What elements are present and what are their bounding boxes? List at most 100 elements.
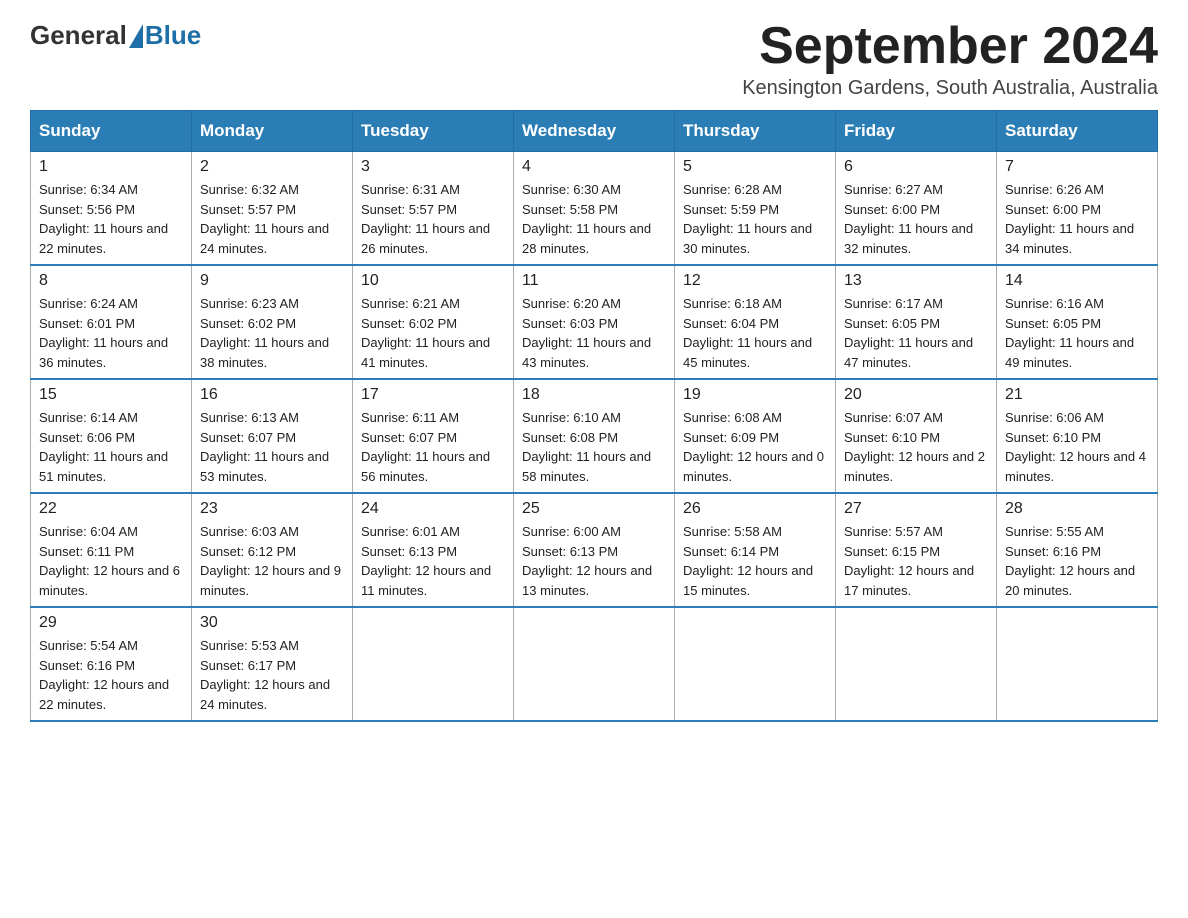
header-cell-thursday: Thursday (675, 111, 836, 152)
day-number: 1 (39, 158, 183, 176)
day-number: 29 (39, 614, 183, 632)
header-cell-monday: Monday (192, 111, 353, 152)
location: Kensington Gardens, South Australia, Aus… (742, 77, 1158, 100)
day-number: 4 (522, 158, 666, 176)
day-number: 16 (200, 386, 344, 404)
day-cell (514, 607, 675, 721)
day-cell: 30Sunrise: 5:53 AMSunset: 6:17 PMDayligh… (192, 607, 353, 721)
day-info: Sunrise: 5:58 AMSunset: 6:14 PMDaylight:… (683, 522, 827, 600)
day-cell: 14 Sunrise: 6:16 AMSunset: 6:05 PMDayligh… (997, 265, 1158, 379)
calendar-header: SundayMondayTuesdayWednesdayThursdayFrid… (31, 111, 1158, 152)
day-cell: 17 Sunrise: 6:11 AMSunset: 6:07 PMDayligh… (353, 379, 514, 493)
day-cell: 2 Sunrise: 6:32 AMSunset: 5:57 PMDaylight… (192, 152, 353, 266)
day-number: 5 (683, 158, 827, 176)
day-cell: 6 Sunrise: 6:27 AMSunset: 6:00 PMDaylight… (836, 152, 997, 266)
day-cell: 21Sunrise: 6:06 AMSunset: 6:10 PMDayligh… (997, 379, 1158, 493)
day-cell: 28 Sunrise: 5:55 AMSunset: 6:16 PMDayligh… (997, 493, 1158, 607)
day-number: 30 (200, 614, 344, 632)
day-number: 18 (522, 386, 666, 404)
day-cell: 1 Sunrise: 6:34 AMSunset: 5:56 PMDaylight… (31, 152, 192, 266)
day-number: 24 (361, 500, 505, 518)
day-info: Sunrise: 6:32 AMSunset: 5:57 PMDaylight:… (200, 180, 344, 258)
logo-triangle-icon (129, 24, 143, 48)
header-cell-tuesday: Tuesday (353, 111, 514, 152)
day-number: 27 (844, 500, 988, 518)
logo-text: General Blue (30, 20, 201, 51)
day-number: 26 (683, 500, 827, 518)
day-number: 28 (1005, 500, 1149, 518)
day-info: Sunrise: 6:00 AMSunset: 6:13 PMDaylight:… (522, 522, 666, 600)
day-info: Sunrise: 6:17 AMSunset: 6:05 PMDaylight:… (844, 294, 988, 372)
day-info: Sunrise: 6:13 AMSunset: 6:07 PMDaylight:… (200, 408, 344, 486)
day-info: Sunrise: 6:30 AMSunset: 5:58 PMDaylight:… (522, 180, 666, 258)
day-cell: 10Sunrise: 6:21 AMSunset: 6:02 PMDayligh… (353, 265, 514, 379)
day-info: Sunrise: 5:54 AMSunset: 6:16 PMDaylight:… (39, 636, 183, 714)
day-number: 20 (844, 386, 988, 404)
day-number: 11 (522, 272, 666, 290)
day-number: 9 (200, 272, 344, 290)
day-cell: 20 Sunrise: 6:07 AMSunset: 6:10 PMDayligh… (836, 379, 997, 493)
day-number: 13 (844, 272, 988, 290)
logo-blue: Blue (145, 20, 201, 51)
day-info: Sunrise: 6:04 AMSunset: 6:11 PMDaylight:… (39, 522, 183, 600)
day-cell: 4 Sunrise: 6:30 AMSunset: 5:58 PMDaylight… (514, 152, 675, 266)
calendar-body: 1 Sunrise: 6:34 AMSunset: 5:56 PMDaylight… (31, 152, 1158, 722)
day-cell: 12Sunrise: 6:18 AMSunset: 6:04 PMDayligh… (675, 265, 836, 379)
day-cell: 9 Sunrise: 6:23 AMSunset: 6:02 PMDaylight… (192, 265, 353, 379)
day-info: Sunrise: 6:28 AMSunset: 5:59 PMDaylight:… (683, 180, 827, 258)
header-cell-sunday: Sunday (31, 111, 192, 152)
day-cell: 16 Sunrise: 6:13 AMSunset: 6:07 PMDayligh… (192, 379, 353, 493)
day-number: 25 (522, 500, 666, 518)
day-number: 2 (200, 158, 344, 176)
day-cell: 15 Sunrise: 6:14 AMSunset: 6:06 PMDayligh… (31, 379, 192, 493)
day-info: Sunrise: 6:16 AMSunset: 6:05 PMDaylight:… (1005, 294, 1149, 372)
day-cell (997, 607, 1158, 721)
day-info: Sunrise: 6:31 AMSunset: 5:57 PMDaylight:… (361, 180, 505, 258)
day-number: 17 (361, 386, 505, 404)
day-number: 6 (844, 158, 988, 176)
day-cell: 29 Sunrise: 5:54 AMSunset: 6:16 PMDayligh… (31, 607, 192, 721)
day-number: 21 (1005, 386, 1149, 404)
day-cell: 23Sunrise: 6:03 AMSunset: 6:12 PMDayligh… (192, 493, 353, 607)
day-number: 14 (1005, 272, 1149, 290)
day-number: 7 (1005, 158, 1149, 176)
day-info: Sunrise: 6:20 AMSunset: 6:03 PMDaylight:… (522, 294, 666, 372)
day-info: Sunrise: 5:55 AMSunset: 6:16 PMDaylight:… (1005, 522, 1149, 600)
day-number: 3 (361, 158, 505, 176)
day-cell: 5 Sunrise: 6:28 AMSunset: 5:59 PMDaylight… (675, 152, 836, 266)
day-number: 22 (39, 500, 183, 518)
day-info: Sunrise: 6:27 AMSunset: 6:00 PMDaylight:… (844, 180, 988, 258)
day-info: Sunrise: 6:07 AMSunset: 6:10 PMDaylight:… (844, 408, 988, 486)
day-info: Sunrise: 6:26 AMSunset: 6:00 PMDaylight:… (1005, 180, 1149, 258)
header-cell-wednesday: Wednesday (514, 111, 675, 152)
header-cell-friday: Friday (836, 111, 997, 152)
day-info: Sunrise: 6:14 AMSunset: 6:06 PMDaylight:… (39, 408, 183, 486)
header-row: SundayMondayTuesdayWednesdayThursdayFrid… (31, 111, 1158, 152)
day-info: Sunrise: 6:08 AMSunset: 6:09 PMDaylight:… (683, 408, 827, 486)
day-info: Sunrise: 6:23 AMSunset: 6:02 PMDaylight:… (200, 294, 344, 372)
day-cell: 11 Sunrise: 6:20 AMSunset: 6:03 PMDayligh… (514, 265, 675, 379)
day-number: 12 (683, 272, 827, 290)
day-info: Sunrise: 6:11 AMSunset: 6:07 PMDaylight:… (361, 408, 505, 486)
day-cell: 13 Sunrise: 6:17 AMSunset: 6:05 PMDayligh… (836, 265, 997, 379)
week-row-3: 15 Sunrise: 6:14 AMSunset: 6:06 PMDayligh… (31, 379, 1158, 493)
header-cell-saturday: Saturday (997, 111, 1158, 152)
day-info: Sunrise: 6:34 AMSunset: 5:56 PMDaylight:… (39, 180, 183, 258)
page-header: General Blue September 2024 Kensington G… (30, 20, 1158, 100)
day-cell: 25 Sunrise: 6:00 AMSunset: 6:13 PMDayligh… (514, 493, 675, 607)
week-row-4: 22 Sunrise: 6:04 AMSunset: 6:11 PMDayligh… (31, 493, 1158, 607)
day-cell: 22 Sunrise: 6:04 AMSunset: 6:11 PMDayligh… (31, 493, 192, 607)
week-row-1: 1 Sunrise: 6:34 AMSunset: 5:56 PMDaylight… (31, 152, 1158, 266)
day-cell (675, 607, 836, 721)
day-info: Sunrise: 6:01 AMSunset: 6:13 PMDaylight:… (361, 522, 505, 600)
week-row-5: 29 Sunrise: 5:54 AMSunset: 6:16 PMDayligh… (31, 607, 1158, 721)
day-cell: 8Sunrise: 6:24 AMSunset: 6:01 PMDaylight… (31, 265, 192, 379)
day-cell: 19Sunrise: 6:08 AMSunset: 6:09 PMDayligh… (675, 379, 836, 493)
day-number: 10 (361, 272, 505, 290)
day-cell (836, 607, 997, 721)
calendar-table: SundayMondayTuesdayWednesdayThursdayFrid… (30, 110, 1158, 722)
day-info: Sunrise: 5:57 AMSunset: 6:15 PMDaylight:… (844, 522, 988, 600)
day-number: 8 (39, 272, 183, 290)
month-title: September 2024 (742, 20, 1158, 72)
day-number: 15 (39, 386, 183, 404)
